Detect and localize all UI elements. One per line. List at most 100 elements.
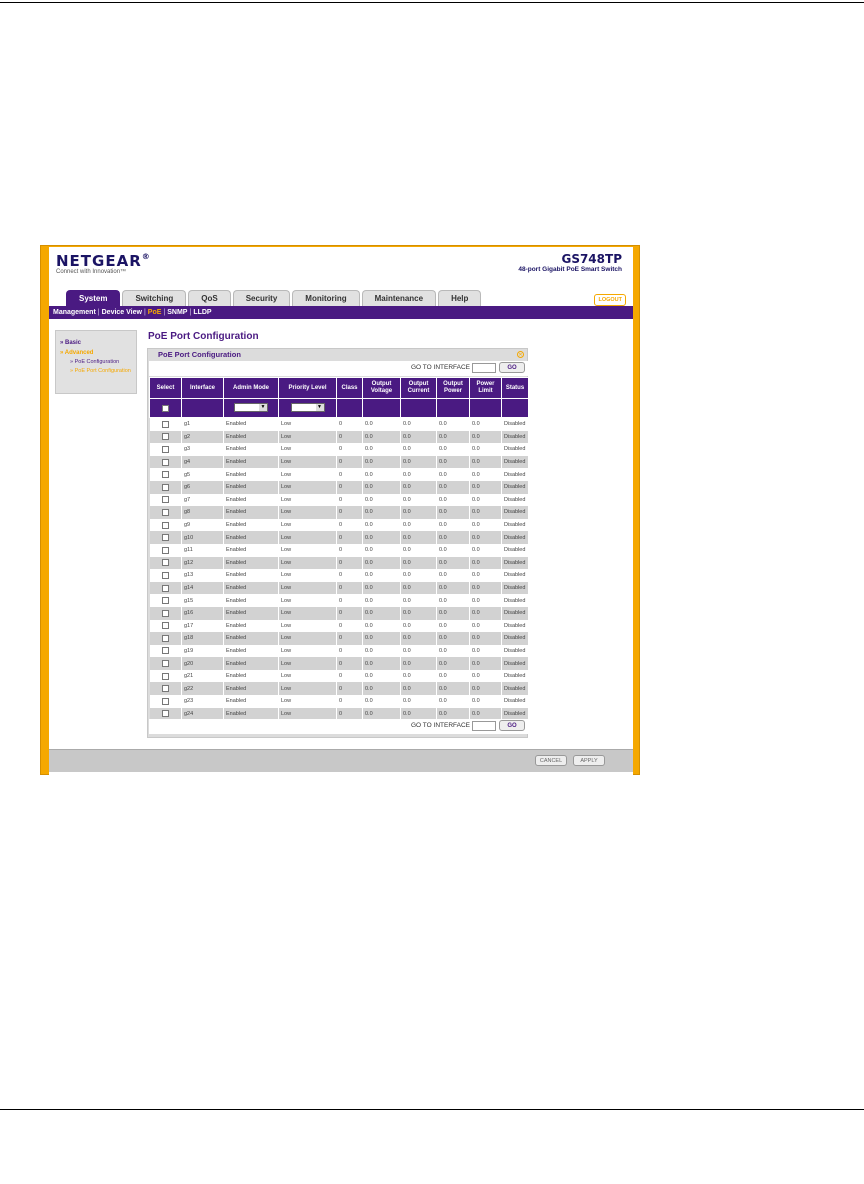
tab-qos[interactable]: QoS	[188, 290, 231, 306]
interface-cell[interactable]: g18	[181, 632, 224, 645]
tab-maintenance[interactable]: Maintenance	[361, 290, 437, 306]
interface-cell[interactable]: g7	[181, 493, 224, 507]
interface-cell[interactable]: g10	[181, 531, 224, 544]
select-all-checkbox[interactable]	[162, 404, 169, 412]
row-select-checkbox[interactable]	[161, 571, 169, 579]
priority-level-select[interactable]: ▼	[290, 403, 325, 413]
subnav-management[interactable]: Management	[53, 309, 96, 316]
go-button[interactable]: GO	[499, 362, 525, 373]
priority-level-cell: Low	[278, 581, 337, 595]
interface-cell[interactable]: g5	[181, 468, 224, 481]
power-limit-cell: 0.0	[469, 556, 502, 570]
interface-cell[interactable]: g14	[181, 581, 224, 595]
priority-level-cell: Low	[278, 417, 337, 431]
admin-mode-select[interactable]: ▼	[234, 403, 268, 413]
interface-cell[interactable]: g22	[181, 682, 224, 696]
table-row: g22 Enabled Low 0 0.0 0.0 0.0 0.0 Disabled	[149, 682, 529, 696]
row-select-checkbox[interactable]	[161, 710, 169, 718]
row-select-checkbox[interactable]	[161, 496, 169, 504]
row-select-checkbox[interactable]	[161, 433, 169, 441]
row-select-checkbox[interactable]	[161, 483, 169, 491]
interface-cell[interactable]: g12	[181, 556, 224, 570]
admin-mode-cell: Enabled	[223, 518, 279, 532]
output-power-cell: 0.0	[436, 682, 470, 696]
apply-button[interactable]: APPLY	[573, 755, 605, 766]
class-cell: 0	[336, 606, 363, 620]
row-select-checkbox[interactable]	[161, 609, 169, 617]
table-row: g23 Enabled Low 0 0.0 0.0 0.0 0.0 Disabled	[149, 695, 529, 708]
row-select-checkbox[interactable]	[161, 634, 169, 642]
priority-level-cell: Low	[278, 443, 337, 456]
interface-cell[interactable]: g9	[181, 518, 224, 532]
col-output-voltage: Output Voltage	[362, 377, 401, 399]
row-select-checkbox[interactable]	[161, 597, 169, 605]
tab-monitoring[interactable]: Monitoring	[292, 290, 360, 306]
output-power-cell: 0.0	[436, 468, 470, 481]
tab-switching[interactable]: Switching	[122, 290, 187, 306]
row-select-checkbox[interactable]	[161, 521, 169, 529]
interface-cell[interactable]: g2	[181, 430, 224, 444]
output-power-cell: 0.0	[436, 581, 470, 595]
row-select-checkbox[interactable]	[161, 647, 169, 655]
interface-cell[interactable]: g3	[181, 443, 224, 456]
row-select-checkbox[interactable]	[161, 622, 169, 630]
row-select-checkbox[interactable]	[161, 546, 169, 554]
row-select-checkbox[interactable]	[161, 584, 169, 592]
goto-interface-input[interactable]	[472, 363, 496, 373]
output-power-cell: 0.0	[436, 657, 470, 670]
panel-close-icon[interactable]: ✕	[517, 351, 524, 358]
subnav-poe[interactable]: PoE	[148, 309, 162, 316]
subnav-lldp[interactable]: LLDP	[193, 309, 211, 316]
go-button[interactable]: GO	[499, 720, 525, 731]
row-select-checkbox[interactable]	[161, 508, 169, 516]
interface-cell[interactable]: g13	[181, 569, 224, 582]
interface-cell[interactable]: g16	[181, 606, 224, 620]
netgear-logo: NETGEAR®	[56, 252, 151, 270]
sidebar-basic[interactable]: » Basic	[60, 340, 132, 346]
subnav-snmp[interactable]: SNMP	[167, 309, 187, 316]
row-select-checkbox[interactable]	[161, 420, 169, 428]
subnav-device-view[interactable]: Device View	[102, 309, 142, 316]
interface-cell[interactable]: g8	[181, 506, 224, 519]
status-cell: Disabled	[501, 669, 529, 683]
interface-cell[interactable]: g4	[181, 455, 224, 469]
interface-cell[interactable]: g11	[181, 543, 224, 557]
interface-cell[interactable]: g6	[181, 480, 224, 494]
sidebar-item-poe-configuration[interactable]: » PoE Configuration	[60, 359, 132, 365]
row-select-checkbox[interactable]	[161, 660, 169, 668]
interface-cell[interactable]: g21	[181, 669, 224, 683]
power-limit-cell: 0.0	[469, 493, 502, 507]
interface-cell[interactable]: g1	[181, 417, 224, 431]
power-limit-cell: 0.0	[469, 594, 502, 607]
row-select-checkbox[interactable]	[161, 697, 169, 705]
row-select-checkbox[interactable]	[161, 445, 169, 453]
sidebar-advanced[interactable]: » Advanced	[60, 350, 132, 356]
admin-mode-cell: Enabled	[223, 569, 279, 582]
row-select-checkbox[interactable]	[161, 458, 169, 466]
interface-cell[interactable]: g19	[181, 644, 224, 658]
row-select-checkbox[interactable]	[161, 534, 169, 542]
tab-security[interactable]: Security	[232, 290, 291, 306]
goto-interface-input[interactable]	[472, 721, 496, 731]
tab-system[interactable]: System	[66, 290, 121, 306]
class-cell: 0	[336, 506, 363, 519]
interface-cell[interactable]: g20	[181, 657, 224, 670]
row-select-checkbox[interactable]	[161, 559, 169, 567]
sidebar-item-poe-port-configuration[interactable]: » PoE Port Configuration	[60, 368, 132, 374]
cancel-button[interactable]: CANCEL	[535, 755, 567, 766]
output-voltage-cell: 0.0	[362, 543, 401, 557]
interface-cell[interactable]: g17	[181, 619, 224, 633]
row-select-checkbox[interactable]	[161, 685, 169, 693]
status-cell: Disabled	[501, 455, 529, 469]
output-power-cell: 0.0	[436, 594, 470, 607]
interface-cell[interactable]: g23	[181, 695, 224, 708]
row-select-checkbox[interactable]	[161, 471, 169, 479]
status-cell: Disabled	[501, 480, 529, 494]
tab-help[interactable]: Help	[438, 290, 482, 306]
priority-level-cell: Low	[278, 506, 337, 519]
logout-button[interactable]: LOGOUT	[594, 294, 626, 306]
status-cell: Disabled	[501, 581, 529, 595]
row-select-checkbox[interactable]	[161, 672, 169, 680]
interface-cell[interactable]: g15	[181, 594, 224, 607]
table-row: g20 Enabled Low 0 0.0 0.0 0.0 0.0 Disabled	[149, 657, 529, 670]
